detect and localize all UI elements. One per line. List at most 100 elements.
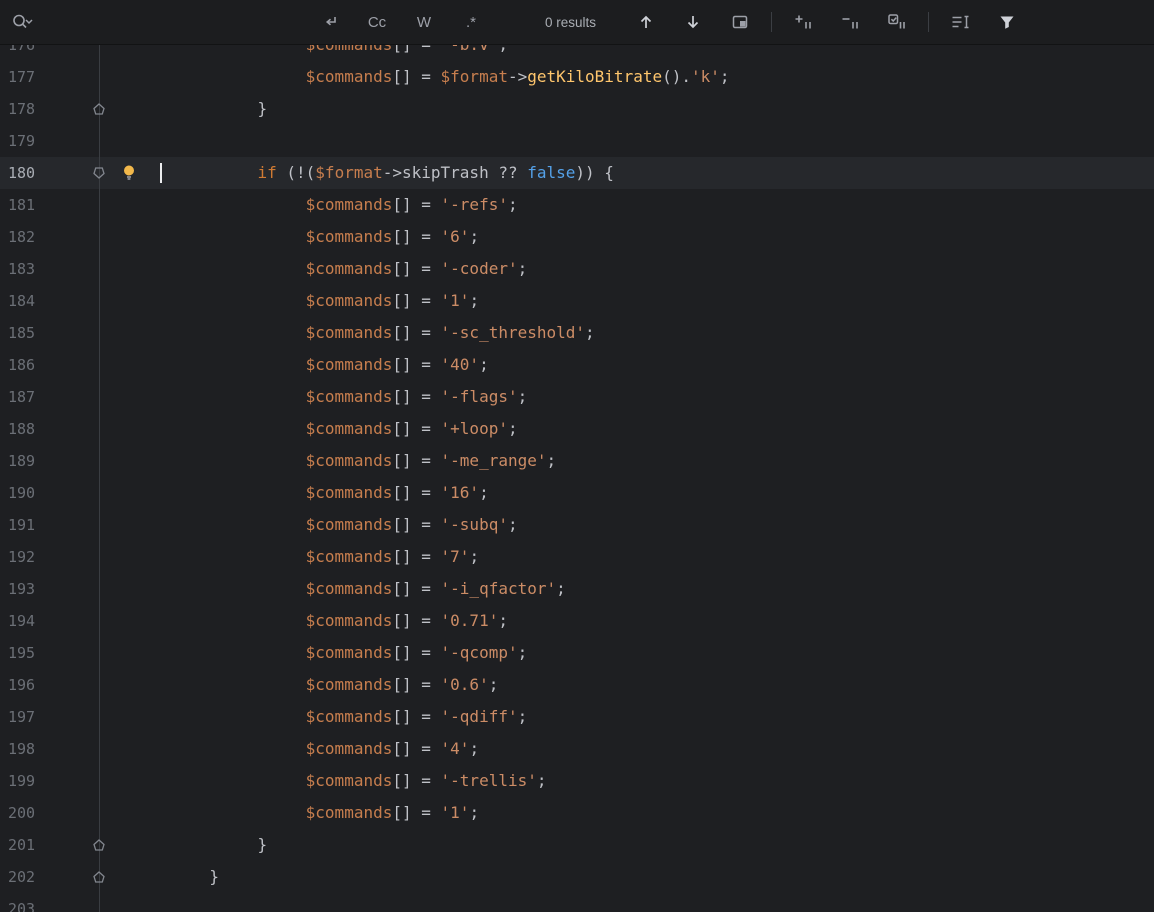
code-text[interactable]: } bbox=[113, 829, 268, 861]
line-number[interactable]: 176 bbox=[8, 45, 68, 61]
code-text[interactable]: $commands[] = '+loop'; bbox=[113, 413, 518, 445]
fold-marker-up-icon[interactable] bbox=[92, 102, 106, 116]
line-number[interactable]: 189 bbox=[8, 445, 68, 477]
code-text[interactable]: $commands[] = '-qcomp'; bbox=[113, 637, 528, 669]
code-text[interactable]: } bbox=[113, 93, 268, 125]
line-number[interactable]: 193 bbox=[8, 573, 68, 605]
code-line[interactable]: 189 $commands[] = '-me_range'; bbox=[0, 445, 1154, 477]
code-text[interactable]: $commands[] = '1'; bbox=[113, 285, 479, 317]
code-line[interactable]: 197 $commands[] = '-qdiff'; bbox=[0, 701, 1154, 733]
code-text[interactable]: $commands[] = '4'; bbox=[113, 733, 479, 765]
select-all-occurrences-icon[interactable] bbox=[880, 8, 914, 36]
regex-toggle[interactable]: .* bbox=[454, 8, 488, 36]
line-number[interactable]: 202 bbox=[8, 861, 68, 893]
code-line[interactable]: 202 } bbox=[0, 861, 1154, 893]
remove-occurrence-icon[interactable] bbox=[833, 8, 867, 36]
code-line[interactable]: 177 $commands[] = $format->getKiloBitrat… bbox=[0, 61, 1154, 93]
code-text[interactable]: } bbox=[113, 861, 219, 893]
add-occurrence-icon[interactable] bbox=[786, 8, 820, 36]
code-line[interactable]: 180 if (!($format->skipTrash ?? false)) … bbox=[0, 157, 1154, 189]
code-text[interactable]: $commands[] = '-sc_threshold'; bbox=[113, 317, 595, 349]
code-text[interactable]: $commands[] = '-refs'; bbox=[113, 189, 518, 221]
line-number[interactable]: 191 bbox=[8, 509, 68, 541]
fold-marker-up-icon[interactable] bbox=[92, 870, 106, 884]
fold-marker-down-icon[interactable] bbox=[92, 166, 106, 180]
line-number[interactable]: 197 bbox=[8, 701, 68, 733]
line-number[interactable]: 178 bbox=[8, 93, 68, 125]
code-editor[interactable]: 176 $commands[] = '-b:v';177 $commands[]… bbox=[0, 45, 1154, 912]
code-line[interactable]: 199 $commands[] = '-trellis'; bbox=[0, 765, 1154, 797]
line-number[interactable]: 186 bbox=[8, 349, 68, 381]
code-text[interactable]: $commands[] = '-i_qfactor'; bbox=[113, 573, 566, 605]
code-line[interactable]: 184 $commands[] = '1'; bbox=[0, 285, 1154, 317]
code-text[interactable]: $commands[] = '16'; bbox=[113, 477, 489, 509]
code-line[interactable]: 188 $commands[] = '+loop'; bbox=[0, 413, 1154, 445]
line-number[interactable]: 194 bbox=[8, 605, 68, 637]
code-line[interactable]: 187 $commands[] = '-flags'; bbox=[0, 381, 1154, 413]
line-number[interactable]: 190 bbox=[8, 477, 68, 509]
code-text[interactable]: if (!($format->skipTrash ?? false)) { bbox=[113, 157, 614, 189]
code-text[interactable]: $commands[] = '-qdiff'; bbox=[113, 701, 528, 733]
line-number[interactable]: 182 bbox=[8, 221, 68, 253]
line-number[interactable]: 200 bbox=[8, 797, 68, 829]
words-toggle[interactable]: W bbox=[407, 8, 441, 36]
code-text[interactable]: $commands[] = '6'; bbox=[113, 221, 479, 253]
code-text[interactable]: $commands[] = '-me_range'; bbox=[113, 445, 556, 477]
code-line[interactable]: 203 bbox=[0, 893, 1154, 912]
code-text[interactable]: $commands[] = '-trellis'; bbox=[113, 765, 547, 797]
code-text[interactable]: $commands[] = '-coder'; bbox=[113, 253, 528, 285]
code-line[interactable]: 196 $commands[] = '0.6'; bbox=[0, 669, 1154, 701]
code-line[interactable]: 192 $commands[] = '7'; bbox=[0, 541, 1154, 573]
code-line[interactable]: 191 $commands[] = '-subq'; bbox=[0, 509, 1154, 541]
fold-marker-up-icon[interactable] bbox=[92, 838, 106, 852]
line-number[interactable]: 179 bbox=[8, 125, 68, 157]
code-line[interactable]: 182 $commands[] = '6'; bbox=[0, 221, 1154, 253]
code-text[interactable]: $commands[] = '7'; bbox=[113, 541, 479, 573]
line-number[interactable]: 192 bbox=[8, 541, 68, 573]
line-number[interactable]: 183 bbox=[8, 253, 68, 285]
code-line[interactable]: 176 $commands[] = '-b:v'; bbox=[0, 45, 1154, 61]
code-text[interactable]: $commands[] = '-b:v'; bbox=[113, 45, 508, 61]
code-line[interactable]: 185 $commands[] = '-sc_threshold'; bbox=[0, 317, 1154, 349]
line-number[interactable]: 201 bbox=[8, 829, 68, 861]
line-number[interactable]: 185 bbox=[8, 317, 68, 349]
code-line[interactable]: 194 $commands[] = '0.71'; bbox=[0, 605, 1154, 637]
line-number[interactable]: 203 bbox=[8, 893, 68, 912]
search-icon[interactable] bbox=[8, 8, 36, 36]
previous-occurrence-icon[interactable] bbox=[629, 8, 663, 36]
code-text[interactable]: $commands[] = '1'; bbox=[113, 797, 479, 829]
code-line[interactable]: 183 $commands[] = '-coder'; bbox=[0, 253, 1154, 285]
code-text[interactable]: $commands[] = '-flags'; bbox=[113, 381, 528, 413]
open-in-find-window-icon[interactable] bbox=[723, 8, 757, 36]
code-text[interactable]: $commands[] = '-subq'; bbox=[113, 509, 518, 541]
lightbulb-icon[interactable] bbox=[121, 164, 137, 182]
code-line[interactable]: 195 $commands[] = '-qcomp'; bbox=[0, 637, 1154, 669]
code-line[interactable]: 201 } bbox=[0, 829, 1154, 861]
line-number[interactable]: 187 bbox=[8, 381, 68, 413]
code-text[interactable]: $commands[] = $format->getKiloBitrate().… bbox=[113, 61, 730, 93]
line-number[interactable]: 195 bbox=[8, 637, 68, 669]
code-line[interactable]: 178 } bbox=[0, 93, 1154, 125]
filter-icon[interactable] bbox=[990, 8, 1024, 36]
code-line[interactable]: 186 $commands[] = '40'; bbox=[0, 349, 1154, 381]
line-number[interactable]: 188 bbox=[8, 413, 68, 445]
code-line[interactable]: 179 bbox=[0, 125, 1154, 157]
code-text[interactable]: $commands[] = '0.6'; bbox=[113, 669, 499, 701]
line-number[interactable]: 181 bbox=[8, 189, 68, 221]
code-line[interactable]: 198 $commands[] = '4'; bbox=[0, 733, 1154, 765]
code-line[interactable]: 193 $commands[] = '-i_qfactor'; bbox=[0, 573, 1154, 605]
line-number[interactable]: 198 bbox=[8, 733, 68, 765]
search-in-selection-icon[interactable] bbox=[943, 8, 977, 36]
search-input[interactable] bbox=[36, 8, 305, 36]
next-occurrence-icon[interactable] bbox=[676, 8, 710, 36]
code-text[interactable]: $commands[] = '40'; bbox=[113, 349, 489, 381]
code-line[interactable]: 190 $commands[] = '16'; bbox=[0, 477, 1154, 509]
code-text[interactable]: $commands[] = '0.71'; bbox=[113, 605, 508, 637]
line-number[interactable]: 196 bbox=[8, 669, 68, 701]
line-number[interactable]: 180 bbox=[8, 157, 68, 189]
line-number[interactable]: 184 bbox=[8, 285, 68, 317]
match-case-toggle[interactable]: Cc bbox=[360, 8, 394, 36]
line-number[interactable]: 199 bbox=[8, 765, 68, 797]
code-line[interactable]: 200 $commands[] = '1'; bbox=[0, 797, 1154, 829]
insert-newline-icon[interactable] bbox=[313, 8, 347, 36]
